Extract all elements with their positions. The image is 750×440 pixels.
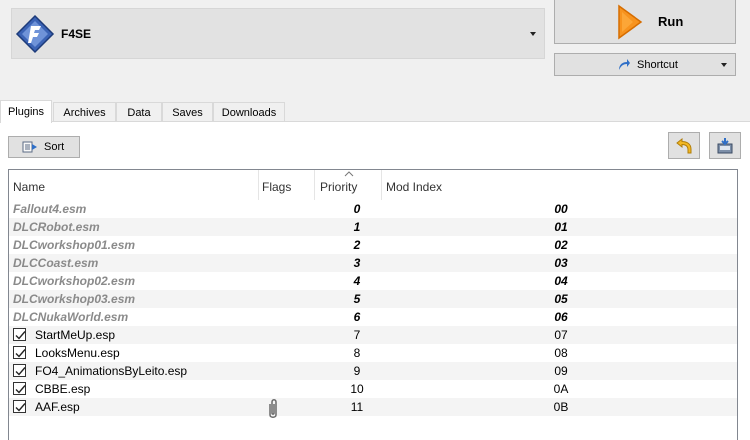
plugin-priority: 7	[353, 328, 361, 342]
table-row[interactable]: LooksMenu.esp 8 08	[9, 344, 737, 362]
checkmark-icon	[15, 349, 26, 358]
plugin-priority: 8	[353, 346, 361, 360]
plugin-priority: 9	[353, 364, 361, 378]
table-row[interactable]: AAF.esp 11 0B	[9, 398, 737, 418]
plugin-name: StartMeUp.esp	[35, 328, 116, 342]
plugin-list: Name Flags Priority Mod Index Fallout4.e…	[8, 169, 738, 440]
table-row[interactable]: Fallout4.esm 0 00	[9, 200, 737, 218]
plugin-mod-index: 04	[554, 274, 568, 288]
plugin-priority: 4	[353, 274, 361, 288]
plugin-priority: 1	[353, 220, 361, 234]
tab-plugins[interactable]: Plugins	[0, 100, 52, 123]
plugin-name: DLCworkshop01.esm	[13, 238, 136, 252]
plugin-name: DLCRobot.esm	[13, 220, 100, 234]
shortcut-button[interactable]: Shortcut	[554, 53, 736, 76]
plugin-mod-index: 0B	[553, 400, 569, 414]
table-row[interactable]: DLCNukaWorld.esm 6 06	[9, 308, 737, 326]
plugin-priority: 11	[350, 400, 364, 414]
restore-backup-button[interactable]	[668, 132, 700, 159]
plugin-enabled-checkbox[interactable]	[13, 346, 26, 359]
checkmark-icon	[15, 403, 26, 412]
column-header-flags[interactable]: Flags	[262, 180, 291, 194]
column-divider[interactable]	[258, 170, 259, 200]
plugin-mod-index: 07	[554, 328, 568, 342]
plugin-priority: 3	[353, 256, 361, 270]
create-backup-button[interactable]	[709, 132, 741, 159]
plugin-mod-index: 08	[554, 346, 568, 360]
plugin-priority: 2	[353, 238, 361, 252]
column-divider[interactable]	[381, 170, 382, 200]
chevron-down-icon	[721, 62, 727, 67]
column-header-mod-index[interactable]: Mod Index	[386, 180, 442, 194]
plugin-enabled-checkbox[interactable]	[13, 364, 26, 377]
play-triangle-icon	[618, 4, 643, 39]
plugin-mod-index: 06	[554, 310, 568, 324]
sort-label: Sort	[44, 141, 65, 153]
plugin-name: FO4_AnimationsByLeito.esp	[35, 364, 188, 378]
plugin-name: AAF.esp	[35, 400, 80, 414]
plugin-priority: 0	[353, 202, 361, 216]
save-backup-icon	[717, 137, 733, 153]
table-row[interactable]: DLCRobot.esm 1 01	[9, 218, 737, 236]
shortcut-label: Shortcut	[637, 58, 678, 71]
executable-label: F4SE	[61, 26, 92, 41]
plugin-name: DLCNukaWorld.esm	[13, 310, 129, 324]
run-label: Run	[658, 14, 684, 29]
table-row[interactable]: DLCworkshop03.esm 5 05	[9, 290, 737, 308]
sort-icon	[22, 141, 37, 153]
column-divider[interactable]	[314, 170, 315, 200]
plugin-mod-index: 00	[554, 202, 568, 216]
checkmark-icon	[15, 367, 26, 376]
tab-bar: Plugins Archives Data Saves Downloads	[0, 100, 750, 123]
table-row[interactable]: DLCworkshop01.esm 2 02	[9, 236, 737, 254]
plugin-enabled-checkbox[interactable]	[13, 400, 26, 413]
plugin-priority: 5	[353, 292, 361, 306]
table-row[interactable]: DLCCoast.esm 3 03	[9, 254, 737, 272]
undo-arrow-icon	[676, 137, 692, 153]
chevron-down-icon	[530, 31, 536, 36]
checkmark-icon	[15, 331, 26, 340]
tab-saves[interactable]: Saves	[162, 102, 213, 122]
plugin-enabled-checkbox[interactable]	[13, 382, 26, 395]
plugin-mod-index: 0A	[553, 382, 569, 396]
sort-button[interactable]: Sort	[8, 136, 80, 158]
plugin-mod-index: 05	[554, 292, 568, 306]
tab-downloads[interactable]: Downloads	[213, 102, 285, 122]
table-row[interactable]: FO4_AnimationsByLeito.esp 9 09	[9, 362, 737, 380]
plugin-mod-index: 09	[554, 364, 568, 378]
plugin-name: Fallout4.esm	[13, 202, 87, 216]
run-button[interactable]: Run	[554, 0, 736, 44]
shortcut-arrow-icon	[619, 58, 630, 70]
tab-data[interactable]: Data	[116, 102, 162, 122]
plugin-name: CBBE.esp	[35, 382, 91, 396]
tab-archives[interactable]: Archives	[53, 102, 116, 122]
table-row[interactable]: DLCworkshop02.esm 4 04	[9, 272, 737, 290]
plugin-name: DLCworkshop02.esm	[13, 274, 136, 288]
sort-ascending-icon	[344, 171, 354, 177]
plugin-mod-index: 02	[554, 238, 568, 252]
plugin-priority: 10	[350, 382, 364, 396]
plugin-name: DLCworkshop03.esm	[13, 292, 136, 306]
checkmark-icon	[15, 385, 26, 394]
plugin-mod-index: 01	[554, 220, 568, 234]
plugin-name: DLCCoast.esm	[13, 256, 99, 270]
plugin-name: LooksMenu.esp	[35, 346, 120, 360]
paperclip-icon	[269, 399, 277, 418]
column-header-priority[interactable]: Priority	[320, 180, 357, 194]
plugin-mod-index: 03	[554, 256, 568, 270]
table-row[interactable]: CBBE.esp 10 0A	[9, 380, 737, 398]
plugin-priority: 6	[353, 310, 361, 324]
plugin-enabled-checkbox[interactable]	[13, 328, 26, 341]
table-header: Name Flags Priority Mod Index	[9, 170, 737, 200]
f4se-diamond-icon	[15, 14, 55, 53]
table-row[interactable]: StartMeUp.esp 7 07	[9, 326, 737, 344]
column-header-name[interactable]: Name	[13, 180, 45, 194]
executable-dropdown[interactable]: F4SE	[11, 8, 545, 59]
